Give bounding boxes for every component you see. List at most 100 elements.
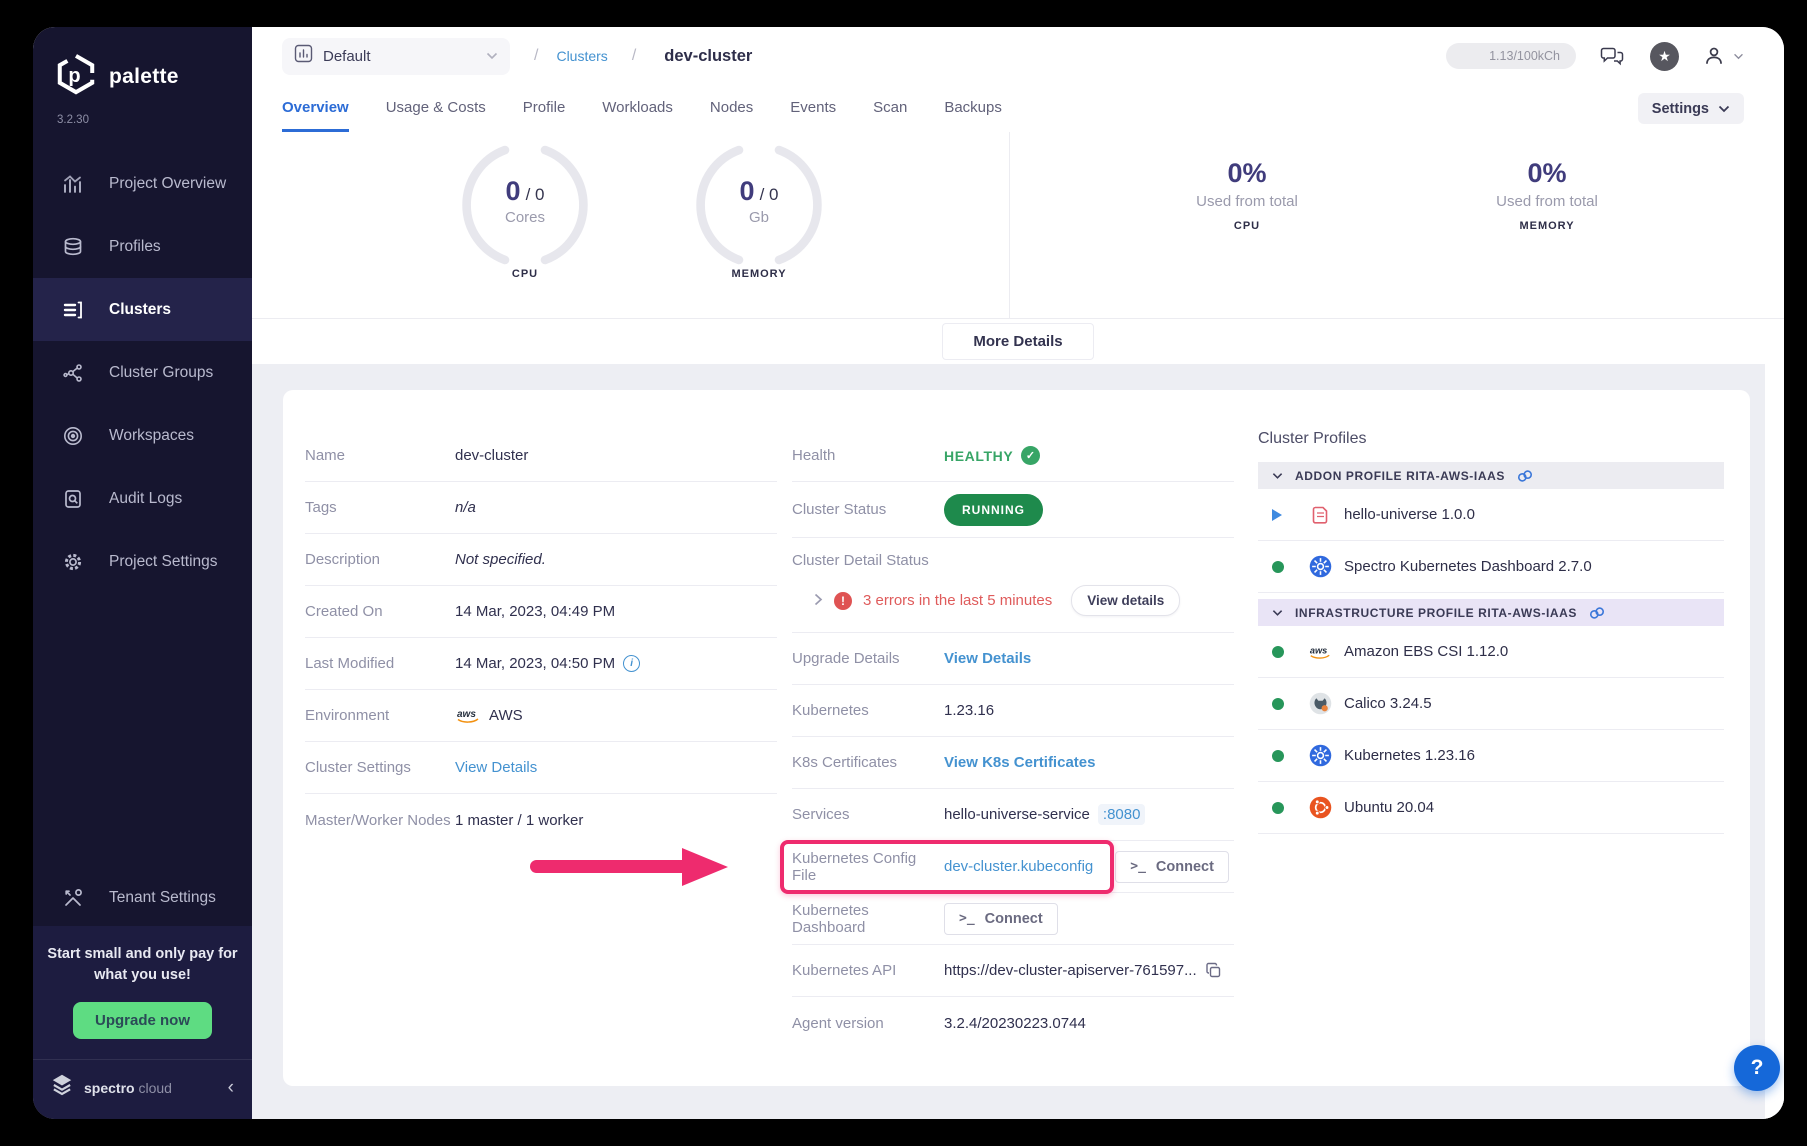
check-circle-icon: ✓ xyxy=(1021,446,1040,465)
footer-brand-strong: spectro xyxy=(84,1080,135,1096)
tab-nodes[interactable]: Nodes xyxy=(710,85,753,132)
profile-item-ubuntu[interactable]: Ubuntu 20.04 xyxy=(1258,782,1724,834)
info-row-created: Created On 14 Mar, 2023, 04:49 PM xyxy=(305,586,777,638)
status-row-upgrade: Upgrade Details View Details xyxy=(792,633,1234,685)
status-row-agent: Agent version 3.2.4/20230223.0744 xyxy=(792,997,1234,1049)
ubuntu-icon xyxy=(1308,796,1332,820)
k8s-certificates-link[interactable]: View K8s Certificates xyxy=(944,754,1095,771)
info-icon[interactable]: i xyxy=(623,655,640,672)
link-icon[interactable] xyxy=(1517,469,1533,483)
memory-usage-percent: 0% xyxy=(1457,158,1637,189)
sidebar-item-workspaces[interactable]: Workspaces xyxy=(33,404,252,467)
upgrade-details-link[interactable]: View Details xyxy=(944,650,1031,667)
row-label: Health xyxy=(792,447,944,464)
metrics-section: 0/ 0 Cores CPU 0/ 0 Gb xyxy=(252,132,1784,364)
row-label: Upgrade Details xyxy=(792,650,944,667)
healthy-status-dot xyxy=(1272,646,1298,658)
gauges-panel: 0/ 0 Cores CPU 0/ 0 Gb xyxy=(252,132,1010,318)
tab-workloads[interactable]: Workloads xyxy=(602,85,673,132)
breadcrumb-separator: / xyxy=(632,47,636,65)
row-label: Name xyxy=(305,447,455,464)
sidebar-item-tenant-settings[interactable]: Tenant Settings xyxy=(33,870,252,926)
profile-item-kubernetes[interactable]: Kubernetes 1.23.16 xyxy=(1258,730,1724,782)
topbar: Default / Clusters / dev-cluster 1.13/10… xyxy=(252,27,1784,85)
memory-usage-metric: MEMORY xyxy=(1457,220,1637,232)
chevron-down-icon xyxy=(1733,53,1744,60)
user-menu[interactable] xyxy=(1703,45,1744,67)
chevron-right-icon[interactable] xyxy=(814,593,823,609)
row-label: Last Modified xyxy=(305,655,455,672)
connect-label: Connect xyxy=(1156,859,1214,875)
settings-button-label: Settings xyxy=(1652,101,1709,117)
brand: p palette xyxy=(33,27,252,100)
cpu-usage-stat: 0% Used from total CPU xyxy=(1157,158,1337,318)
info-row-environment: Environment aws AWS xyxy=(305,690,777,742)
health-value: HEALTHY ✓ xyxy=(944,446,1040,465)
profile-item-spectro-dashboard[interactable]: Spectro Kubernetes Dashboard 2.7.0 xyxy=(1258,541,1724,593)
chat-icon[interactable] xyxy=(1600,44,1626,68)
info-row-description: Description Not specified. xyxy=(305,534,777,586)
sidebar-item-project-overview[interactable]: Project Overview xyxy=(33,152,252,215)
description-value: Not specified. xyxy=(455,551,546,568)
sidebar-collapse-icon[interactable]: ‹ xyxy=(228,1077,234,1099)
nodes-value: 1 master / 1 worker xyxy=(455,812,583,829)
sidebar-item-audit-logs[interactable]: Audit Logs xyxy=(33,467,252,530)
help-button[interactable]: ? xyxy=(1734,1045,1780,1091)
cluster-details-card: Name dev-cluster Tags n/a Description No… xyxy=(283,390,1750,1086)
healthy-status-dot xyxy=(1272,750,1298,762)
promo-text: Start small and only pay for what you us… xyxy=(47,944,238,986)
tab-usage-costs[interactable]: Usage & Costs xyxy=(386,85,486,132)
tab-events[interactable]: Events xyxy=(790,85,836,132)
tab-scan[interactable]: Scan xyxy=(873,85,907,132)
kubeconfig-download-link[interactable]: dev-cluster.kubeconfig xyxy=(944,858,1093,875)
cluster-settings-link[interactable]: View Details xyxy=(455,759,537,776)
profile-item-hello-universe[interactable]: hello-universe 1.0.0 xyxy=(1258,489,1724,541)
upgrade-now-button[interactable]: Upgrade now xyxy=(73,1002,212,1039)
tab-profile[interactable]: Profile xyxy=(523,85,566,132)
tab-backups[interactable]: Backups xyxy=(944,85,1002,132)
sidebar-item-project-settings[interactable]: Project Settings xyxy=(33,530,252,593)
view-error-details-button[interactable]: View details xyxy=(1071,585,1180,616)
spectro-cloud-logo-icon xyxy=(49,1072,75,1103)
dashboard-connect-button[interactable]: >_ Connect xyxy=(944,903,1058,935)
row-label: K8s Certificates xyxy=(792,754,944,771)
kubernetes-version-value: 1.23.16 xyxy=(944,702,994,719)
scrollbar-track[interactable] xyxy=(1765,364,1784,1119)
aws-logo-icon: aws xyxy=(1308,640,1332,664)
status-row-services: Services hello-universe-service :8080 xyxy=(792,789,1234,841)
audit-log-icon xyxy=(61,487,85,511)
project-selector[interactable]: Default xyxy=(282,38,510,75)
sidebar-item-label: Tenant Settings xyxy=(109,889,216,907)
settings-button[interactable]: Settings xyxy=(1638,93,1744,124)
more-details-button[interactable]: More Details xyxy=(942,323,1093,360)
last-modified-date: 14 Mar, 2023, 04:50 PM xyxy=(455,655,615,672)
sidebar-item-cluster-groups[interactable]: Cluster Groups xyxy=(33,341,252,404)
profile-item-calico[interactable]: Calico 3.24.5 xyxy=(1258,678,1724,730)
error-icon: ! xyxy=(834,592,852,610)
sidebar-item-label: Project Settings xyxy=(109,553,218,571)
profile-item-ebs-csi[interactable]: aws Amazon EBS CSI 1.12.0 xyxy=(1258,626,1724,678)
sidebar-item-label: Workspaces xyxy=(109,427,194,445)
copy-icon[interactable] xyxy=(1205,962,1222,979)
infrastructure-profile-header[interactable]: INFRASTRUCTURE PROFILE RITA-AWS-IAAS xyxy=(1258,599,1724,626)
footer-brand: spectro cloud xyxy=(84,1080,172,1096)
user-icon xyxy=(1703,45,1725,67)
app-window: p palette 3.2.30 Project Overview Profil… xyxy=(33,27,1784,1119)
row-label: Cluster Status xyxy=(792,501,944,518)
kubectl-connect-button[interactable]: >_ Connect xyxy=(1115,851,1229,883)
svg-text:p: p xyxy=(68,65,80,87)
sidebar-item-clusters[interactable]: Clusters xyxy=(33,278,252,341)
row-label: Kubernetes API xyxy=(792,962,944,979)
sidebar-item-profiles[interactable]: Profiles xyxy=(33,215,252,278)
tags-value: n/a xyxy=(455,499,476,516)
cpu-usage-caption: Used from total xyxy=(1157,193,1337,210)
status-row-api: Kubernetes API https://dev-cluster-apise… xyxy=(792,945,1234,997)
star-avatar-icon[interactable]: ★ xyxy=(1650,42,1679,71)
healthy-status-dot xyxy=(1272,698,1298,710)
profile-item-label: hello-universe 1.0.0 xyxy=(1344,506,1475,523)
tab-overview[interactable]: Overview xyxy=(282,85,349,132)
breadcrumb-clusters-link[interactable]: Clusters xyxy=(556,48,607,64)
service-port-link[interactable]: :8080 xyxy=(1098,804,1146,825)
link-icon[interactable] xyxy=(1589,606,1605,620)
addon-profile-header[interactable]: ADDON PROFILE RITA-AWS-IAAS xyxy=(1258,462,1724,489)
